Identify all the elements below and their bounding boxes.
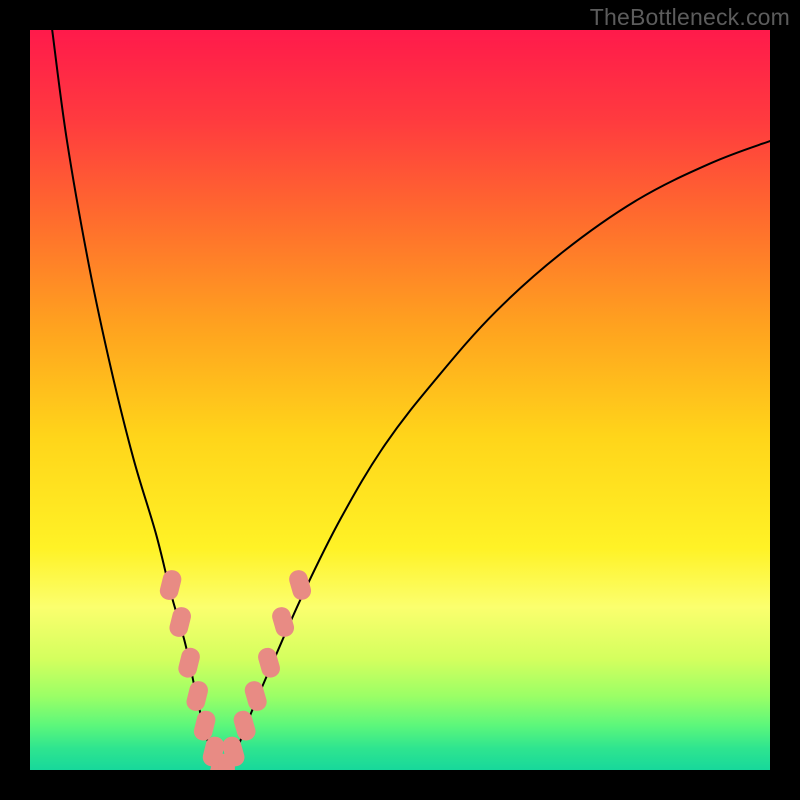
plot-area: [30, 30, 770, 770]
watermark-label: TheBottleneck.com: [590, 4, 790, 31]
chart-frame: TheBottleneck.com: [0, 0, 800, 800]
marker-trough-beads: [219, 753, 235, 770]
bottleneck-chart: [30, 30, 770, 770]
gradient-background: [30, 30, 770, 770]
